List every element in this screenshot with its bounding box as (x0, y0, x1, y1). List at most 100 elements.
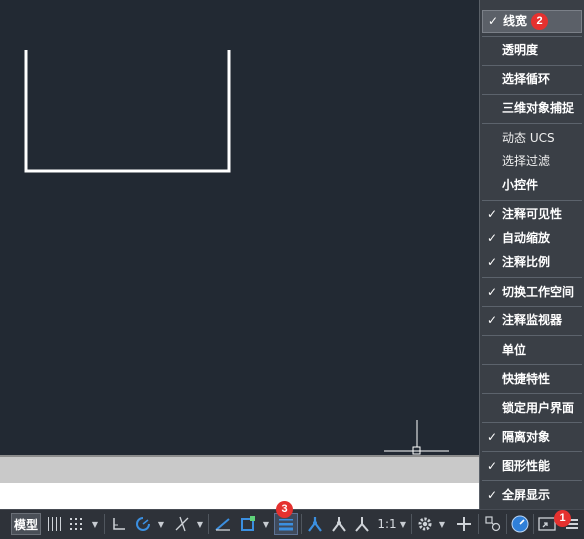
menu-item-workspace-switching[interactable]: ✓ 切换工作空间 (482, 281, 582, 304)
menu-item-label: 三维对象捕捉 (502, 101, 575, 115)
workspace-switching-button[interactable] (415, 513, 435, 535)
drawing-svg (24, 50, 449, 455)
isodraft-icon (175, 516, 189, 532)
drawing-canvas[interactable] (0, 0, 480, 455)
menu-item-label: 小控件 (502, 178, 539, 192)
snap-dropdown-arrow[interactable]: ▼ (90, 513, 100, 535)
auto-scale-icon (332, 517, 346, 532)
layout-tab-strip (0, 455, 480, 483)
check-icon: ✓ (488, 14, 499, 28)
menu-item-annotation-scale[interactable]: ✓ 注释比例 (482, 251, 582, 274)
snap-mode-button[interactable] (67, 513, 87, 535)
check-icon: ✓ (487, 459, 498, 473)
auto-scale-button[interactable] (328, 513, 350, 535)
plus-icon (457, 517, 471, 531)
annotation-visibility-icon (308, 517, 322, 532)
menu-item-label: 自动缩放 (502, 231, 551, 245)
check-icon: ✓ (487, 207, 498, 221)
quick-properties-button[interactable] (482, 513, 504, 535)
statusbar-divider (208, 514, 209, 534)
snap-grid-icon (70, 518, 82, 530)
menu-divider (482, 277, 582, 278)
polar-tracking-button[interactable] (132, 513, 154, 535)
ortho-icon (113, 518, 125, 530)
object-snap-tracking-button[interactable] (212, 513, 234, 535)
menu-divider (482, 94, 582, 95)
model-space-button[interactable]: 模型 (11, 513, 41, 535)
menu-item-graphics-performance[interactable]: ✓ 图形性能 (482, 455, 582, 478)
menu-item-quick-properties[interactable]: 快捷特性 (482, 368, 582, 391)
isodraft-button[interactable] (171, 513, 193, 535)
ortho-button[interactable] (108, 513, 130, 535)
quick-properties-icon (485, 516, 501, 532)
annotation-monitor-button[interactable] (453, 513, 475, 535)
menu-item-units[interactable]: 单位 (482, 339, 582, 362)
menu-divider (482, 306, 582, 307)
check-icon: ✓ (487, 488, 498, 502)
menu-item-gizmo[interactable]: 小控件 (482, 174, 582, 197)
osnap-icon (241, 516, 255, 531)
menu-item-isolate-objects[interactable]: ✓ 隔离对象 (482, 426, 582, 449)
annotation-visibility-button[interactable] (304, 513, 326, 535)
grid-icon (48, 517, 61, 531)
menu-item-label: 单位 (502, 343, 527, 357)
scale-dropdown-arrow[interactable]: ▼ (398, 513, 408, 535)
badge-3: 3 (276, 501, 293, 518)
menu-item-selection-filter[interactable]: 选择过滤 (482, 150, 582, 173)
u-shape-polyline[interactable] (24, 50, 231, 173)
menu-item-label: 注释监视器 (502, 313, 563, 327)
menu-divider (482, 480, 582, 481)
statusbar-divider (411, 514, 412, 534)
object-snap-button[interactable] (237, 513, 259, 535)
workspace-dropdown-arrow[interactable]: ▼ (437, 513, 447, 535)
menu-item-selection-cycling[interactable]: 选择循环 (482, 68, 582, 91)
menu-item-3d-osnap[interactable]: 三维对象捕捉 (482, 97, 582, 120)
menu-item-transparency[interactable]: 透明度 (482, 39, 582, 62)
menu-divider (482, 393, 582, 394)
check-icon: ✓ (487, 313, 498, 327)
menu-item-annotation-visibility[interactable]: ✓ 注释可见性 (482, 203, 582, 226)
menu-item-label: 全屏显示 (502, 488, 551, 502)
badge-1: 1 (554, 510, 571, 527)
polar-icon (136, 517, 150, 531)
menu-divider (482, 200, 582, 201)
lineweight-icon (279, 519, 293, 531)
menu-item-clean-screen[interactable]: ✓ 全屏显示 (482, 484, 582, 507)
menu-item-label: 切换工作空间 (502, 285, 575, 299)
menu-item-label: 线宽 (503, 14, 528, 28)
menu-item-label: 图形性能 (502, 459, 551, 473)
check-icon: ✓ (487, 430, 498, 444)
menu-divider (482, 335, 582, 336)
menu-item-label: 动态 UCS (502, 131, 555, 145)
badge-2: 2 (531, 13, 548, 30)
menu-item-dynamic-ucs[interactable]: 动态 UCS (482, 127, 582, 150)
menu-item-label: 透明度 (502, 43, 539, 57)
performance-icon (511, 515, 529, 533)
statusbar-divider (104, 514, 105, 534)
annotation-scale-button[interactable] (351, 513, 373, 535)
menu-item-label: 快捷特性 (502, 372, 551, 386)
command-line-area[interactable] (0, 483, 480, 509)
menu-item-label: 锁定用户界面 (502, 401, 575, 415)
statusbar-divider (301, 514, 302, 534)
grid-display-button[interactable] (44, 513, 64, 535)
menu-divider (482, 36, 582, 37)
scale-value[interactable]: 1:1 (376, 513, 398, 535)
polar-dropdown-arrow[interactable]: ▼ (156, 513, 166, 535)
menu-item-label: 选择过滤 (502, 154, 551, 168)
menu-item-label: 选择循环 (502, 72, 551, 86)
check-icon: ✓ (487, 285, 498, 299)
menu-divider (482, 364, 582, 365)
menu-divider (482, 65, 582, 66)
statusbar-divider (506, 514, 507, 534)
graphics-performance-button[interactable] (509, 513, 531, 535)
isodraft-dropdown-arrow[interactable]: ▼ (195, 513, 205, 535)
menu-item-lock-ui[interactable]: 锁定用户界面 (482, 397, 582, 420)
crosshair-cursor (384, 420, 449, 455)
menu-item-label: 注释比例 (502, 255, 551, 269)
menu-item-label: 隔离对象 (502, 430, 551, 444)
menu-item-auto-scale[interactable]: ✓ 自动缩放 (482, 227, 582, 250)
menu-item-label: 注释可见性 (502, 207, 563, 221)
menu-item-annotation-monitor[interactable]: ✓ 注释监视器 (482, 309, 582, 332)
osnap-dropdown-arrow[interactable]: ▼ (261, 513, 271, 535)
